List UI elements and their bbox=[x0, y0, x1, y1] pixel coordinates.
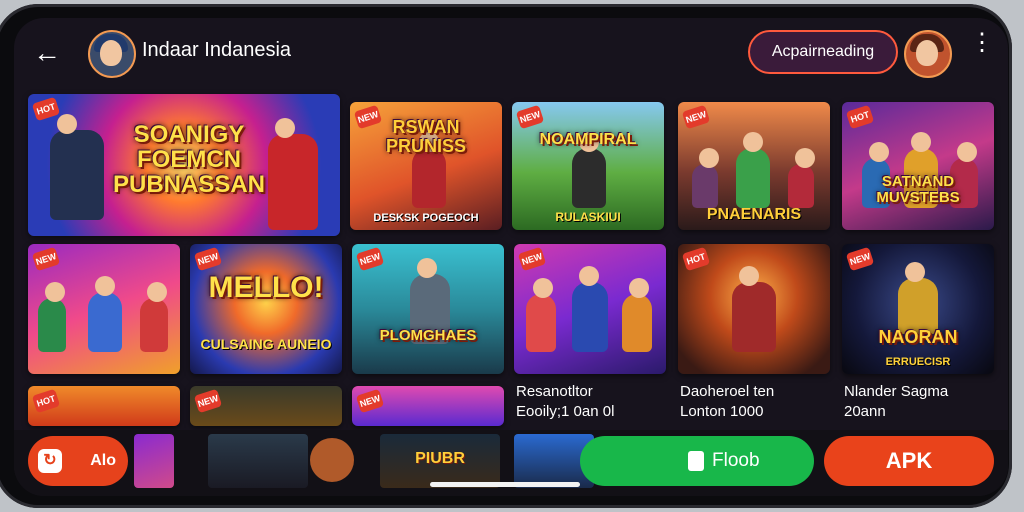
tile-title: PLOMGHAES bbox=[379, 327, 477, 344]
caption-detail: 20ann bbox=[844, 403, 886, 420]
action-pill-button[interactable]: Acpairneading bbox=[748, 30, 898, 74]
tile-title: RSWAN PRUNISS bbox=[385, 117, 466, 156]
thumbnail[interactable] bbox=[208, 434, 308, 488]
character-figure bbox=[736, 132, 770, 208]
character-figure bbox=[412, 132, 446, 208]
game-tile[interactable]: NEW MELLO! CULSAING AUNEIO bbox=[190, 244, 342, 374]
tile-subtitle: ERRUECISR bbox=[885, 356, 951, 368]
flood-button-label: Floob bbox=[712, 450, 760, 471]
tile-subtitle: RULASKIUI bbox=[555, 210, 621, 224]
featured-title: SOANIGY FOEMCN PUBNASSAN bbox=[112, 121, 265, 199]
game-tile[interactable]: NEW NAORAN ERRUECISR bbox=[842, 244, 994, 374]
game-tile[interactable]: HOT SATNAND MUVSTEBS bbox=[842, 102, 994, 230]
android-icon bbox=[688, 451, 704, 471]
tile-title: NOAMPIRAL bbox=[539, 131, 637, 148]
caption-title: Nlander Sagma bbox=[844, 383, 949, 400]
character-figure bbox=[50, 114, 104, 220]
game-tile[interactable]: NEW bbox=[190, 386, 342, 426]
game-caption: Resanotltor Eooily;1 0an 0l bbox=[516, 382, 614, 422]
page-title: Indaar Indanesia bbox=[142, 39, 292, 61]
character-figure bbox=[572, 266, 608, 352]
tile-subtitle: DESKSK POGEOCH bbox=[373, 212, 479, 224]
aid-button[interactable]: ↻ Alo bbox=[28, 436, 128, 486]
character-figure bbox=[140, 282, 168, 352]
character-figure bbox=[898, 262, 938, 334]
flood-button[interactable]: Floob bbox=[580, 436, 814, 486]
character-figure bbox=[88, 276, 122, 352]
game-tile[interactable]: NEW bbox=[514, 244, 666, 374]
caption-title: Daoheroel ten bbox=[680, 383, 775, 400]
game-tile[interactable]: HOT bbox=[28, 386, 180, 426]
user-avatar[interactable] bbox=[904, 30, 952, 78]
featured-game-tile[interactable]: HOT SOANIGY FOEMCN PUBNASSAN bbox=[28, 94, 340, 236]
tile-title: MELLO! bbox=[208, 271, 324, 304]
game-tile[interactable]: NEW bbox=[352, 386, 504, 426]
thumbnail[interactable] bbox=[134, 434, 174, 488]
character-figure bbox=[572, 132, 606, 208]
game-tile[interactable]: NEW NOAMPIRAL RULASKIUI bbox=[512, 102, 664, 230]
game-tile[interactable]: NEW PLOMGHAES bbox=[352, 244, 504, 374]
aid-button-label: Alo bbox=[90, 452, 116, 469]
character-figure bbox=[788, 148, 815, 208]
game-tile[interactable]: NEW RSWAN PRUNISS DESKSK POGEOCH bbox=[350, 102, 502, 230]
game-caption: Nlander Sagma 20ann bbox=[844, 382, 948, 422]
sync-icon: ↻ bbox=[38, 449, 62, 473]
caption-title: Resanotltor bbox=[516, 383, 593, 400]
more-vertical-icon[interactable]: ⋮ bbox=[970, 31, 994, 68]
thumbnail[interactable] bbox=[310, 438, 354, 482]
character-figure bbox=[692, 148, 719, 208]
game-tile[interactable]: NEW bbox=[28, 244, 180, 374]
thumbnail[interactable]: PIUBR bbox=[380, 434, 500, 488]
thumbnail-label: PIUBR bbox=[415, 450, 465, 467]
character-figure bbox=[526, 278, 556, 352]
caption-detail: Eooily;1 0an 0l bbox=[516, 403, 615, 420]
phone-frame: ← Indaar Indanesia Acpairneading ⋮ HOT S… bbox=[0, 4, 1012, 508]
back-arrow-icon[interactable]: ← bbox=[32, 38, 62, 68]
game-tile[interactable]: NEW PNAENARIS bbox=[678, 102, 830, 230]
character-figure bbox=[38, 282, 66, 352]
character-figure bbox=[732, 266, 776, 352]
app-screen: ← Indaar Indanesia Acpairneading ⋮ HOT S… bbox=[14, 18, 1008, 496]
tile-subtitle: PNAENARIS bbox=[706, 206, 802, 223]
game-caption: Daoheroel ten Lonton 1000 bbox=[680, 382, 774, 422]
top-bar: ← Indaar Indanesia Acpairneading ⋮ bbox=[14, 18, 1008, 90]
tile-subtitle: CULSAING AUNEIO bbox=[200, 336, 332, 352]
home-indicator[interactable] bbox=[430, 482, 580, 487]
profile-avatar[interactable] bbox=[88, 30, 136, 78]
game-tile[interactable]: HOT bbox=[678, 244, 830, 374]
character-figure bbox=[622, 278, 652, 352]
tile-title: NAORAN bbox=[878, 327, 958, 347]
caption-detail: Lonton 1000 bbox=[680, 403, 764, 420]
apk-download-button[interactable]: APK bbox=[824, 436, 994, 486]
tile-title: SATNAND MUVSTEBS bbox=[876, 173, 960, 206]
